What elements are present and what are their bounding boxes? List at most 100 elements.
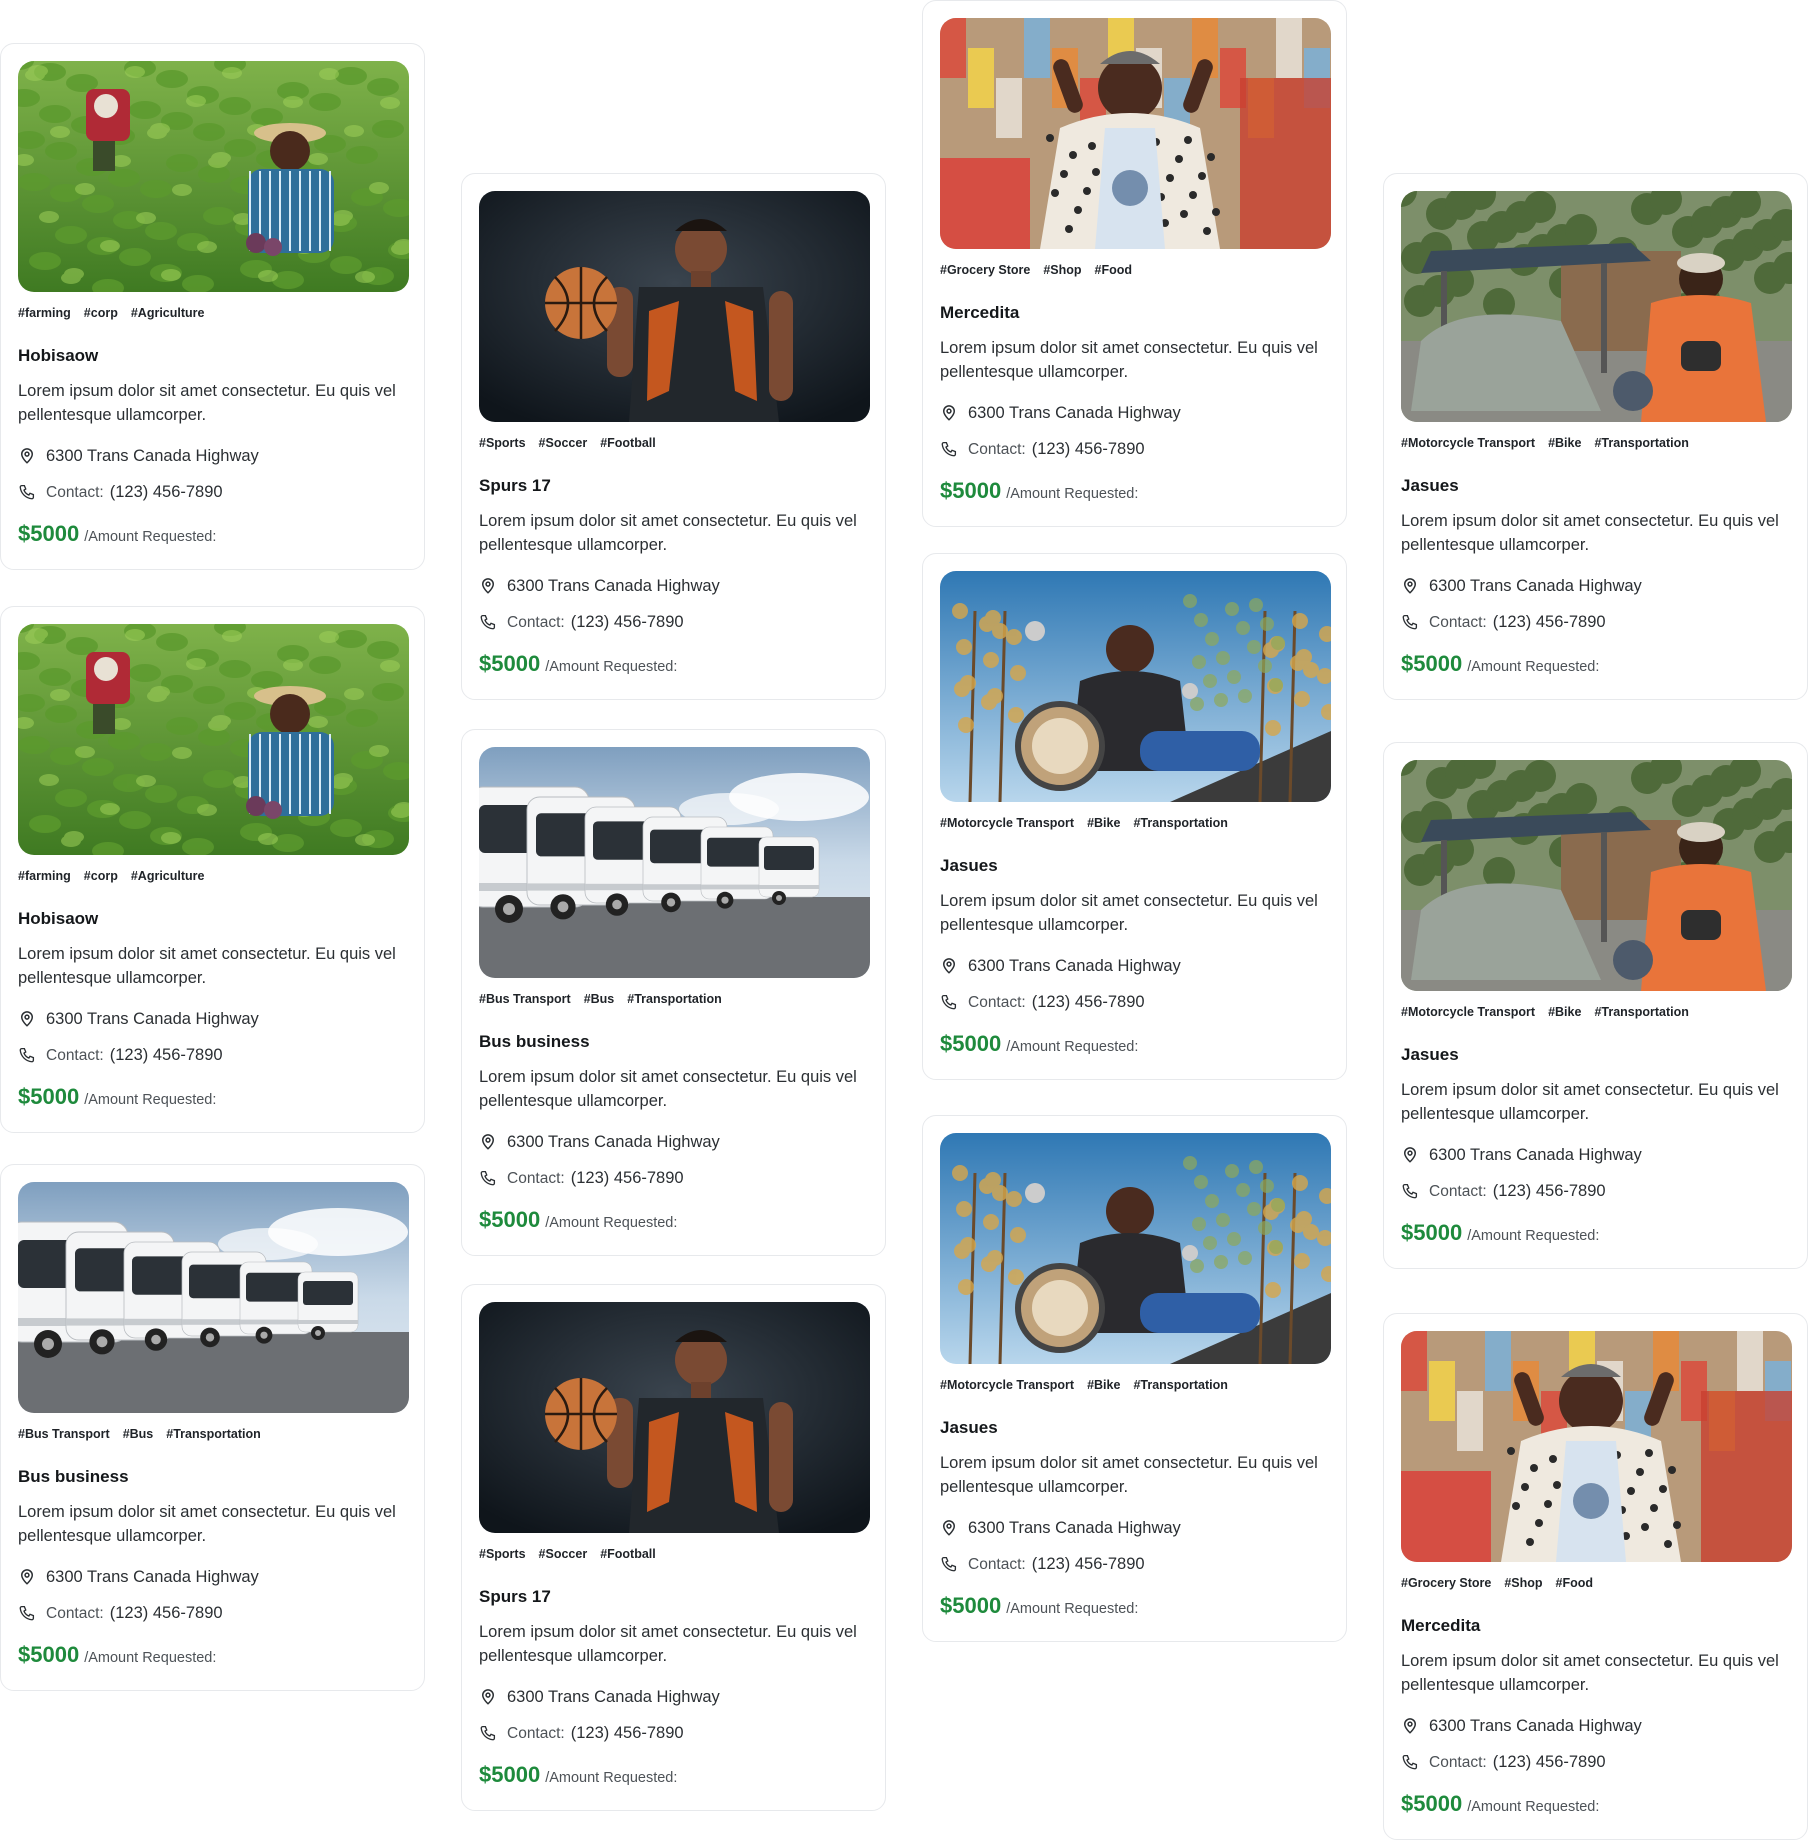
tag[interactable]: #Grocery Store	[940, 263, 1030, 281]
card-photo[interactable]	[18, 1182, 409, 1413]
tag[interactable]: #Bus	[123, 1427, 154, 1445]
tag[interactable]: #Bus Transport	[18, 1427, 110, 1445]
card-title[interactable]: Spurs 17	[479, 1587, 868, 1609]
tag[interactable]: #Soccer	[539, 1547, 588, 1565]
phone-number[interactable]: (123) 456-7890	[110, 1046, 223, 1064]
project-card[interactable]: #farming #corp #Agriculture Hobisaow Lor…	[0, 43, 425, 570]
card-photo[interactable]	[1401, 191, 1792, 422]
phone-number[interactable]: (123) 456-7890	[1493, 613, 1606, 631]
card-title[interactable]: Mercedita	[940, 303, 1329, 325]
project-card[interactable]: #Sports #Soccer #Football Spurs 17 Lorem…	[461, 1284, 886, 1811]
tag[interactable]: #Soccer	[539, 436, 588, 454]
card-photo[interactable]	[1401, 760, 1792, 991]
card-description: Lorem ipsum dolor sit amet consectetur. …	[479, 1068, 857, 1110]
card-photo[interactable]	[940, 18, 1331, 249]
phone-number[interactable]: (123) 456-7890	[1032, 440, 1145, 458]
card-title[interactable]: Jasues	[1401, 476, 1790, 498]
phone-icon	[18, 483, 36, 501]
card-title[interactable]: Bus business	[18, 1467, 407, 1489]
card-title[interactable]: Jasues	[940, 1418, 1329, 1440]
tag[interactable]: #Football	[600, 1547, 656, 1565]
tag[interactable]: #Grocery Store	[1401, 1576, 1491, 1594]
contact-row: Contact: (123) 456-7890	[940, 990, 1329, 1014]
phone-number[interactable]: (123) 456-7890	[571, 613, 684, 631]
tag[interactable]: #Transportation	[1133, 1378, 1227, 1396]
phone-number[interactable]: (123) 456-7890	[1032, 993, 1145, 1011]
address-text: 6300 Trans Canada Highway	[1429, 1716, 1642, 1735]
project-card[interactable]: #Grocery Store #Shop #Food Mercedita Lor…	[1383, 1313, 1808, 1840]
amount-row: $5000 /Amount Requested:	[940, 1031, 1329, 1057]
tag[interactable]: #Transportation	[627, 992, 721, 1010]
tag[interactable]: #Agriculture	[131, 306, 205, 324]
project-card[interactable]: #Bus Transport #Bus #Transportation Bus …	[461, 729, 886, 1256]
tag[interactable]: #Shop	[1043, 263, 1081, 281]
phone-number[interactable]: (123) 456-7890	[1493, 1182, 1606, 1200]
phone-number[interactable]: (123) 456-7890	[110, 1604, 223, 1622]
phone-icon	[18, 1046, 36, 1064]
card-photo[interactable]	[18, 624, 409, 855]
amount-label: /Amount Requested:	[545, 1215, 678, 1231]
card-photo[interactable]	[479, 1302, 870, 1533]
tag[interactable]: #Transportation	[1594, 1005, 1688, 1023]
project-card[interactable]: #Motorcycle Transport #Bike #Transportat…	[1383, 173, 1808, 700]
card-photo[interactable]	[940, 1133, 1331, 1364]
card-photo[interactable]	[479, 191, 870, 422]
card-title[interactable]: Jasues	[1401, 1045, 1790, 1067]
card-title[interactable]: Jasues	[940, 856, 1329, 878]
project-card[interactable]: #Motorcycle Transport #Bike #Transportat…	[922, 1115, 1347, 1642]
tag[interactable]: #Food	[1095, 263, 1133, 281]
amount-row: $5000 /Amount Requested:	[1401, 1791, 1790, 1817]
card-photo[interactable]	[18, 61, 409, 292]
tag[interactable]: #Sports	[479, 1547, 526, 1565]
card-title[interactable]: Hobisaow	[18, 909, 407, 931]
phone-number[interactable]: (123) 456-7890	[571, 1169, 684, 1187]
card-photo[interactable]	[1401, 1331, 1792, 1562]
tag-list: #Bus Transport #Bus #Transportation	[18, 1427, 407, 1445]
amount-row: $5000 /Amount Requested:	[479, 651, 868, 677]
tag[interactable]: #Transportation	[1594, 436, 1688, 454]
tag[interactable]: #Agriculture	[131, 869, 205, 887]
tag[interactable]: #Bike	[1548, 436, 1581, 454]
tag[interactable]: #Motorcycle Transport	[1401, 1005, 1535, 1023]
card-photo[interactable]	[940, 571, 1331, 802]
tag[interactable]: #Motorcycle Transport	[940, 1378, 1074, 1396]
card-title[interactable]: Spurs 17	[479, 476, 868, 498]
phone-number[interactable]: (123) 456-7890	[110, 483, 223, 501]
phone-number[interactable]: (123) 456-7890	[571, 1724, 684, 1742]
card-title[interactable]: Hobisaow	[18, 346, 407, 368]
amount-row: $5000 /Amount Requested:	[479, 1207, 868, 1233]
tag[interactable]: #Bike	[1087, 1378, 1120, 1396]
project-card[interactable]: #Motorcycle Transport #Bike #Transportat…	[1383, 742, 1808, 1269]
tag[interactable]: #Motorcycle Transport	[940, 816, 1074, 834]
tag[interactable]: #Transportation	[1133, 816, 1227, 834]
tag[interactable]: #Sports	[479, 436, 526, 454]
project-card[interactable]: #Sports #Soccer #Football Spurs 17 Lorem…	[461, 173, 886, 700]
tag[interactable]: #farming	[18, 869, 71, 887]
amount-label: /Amount Requested:	[84, 1650, 217, 1666]
tag[interactable]: #Food	[1556, 1576, 1594, 1594]
amount-value: $5000	[1401, 1220, 1463, 1245]
card-title[interactable]: Bus business	[479, 1032, 868, 1054]
phone-icon	[940, 1555, 958, 1573]
tag[interactable]: #Bus	[584, 992, 615, 1010]
tag[interactable]: #corp	[84, 869, 118, 887]
tag[interactable]: #Football	[600, 436, 656, 454]
tag[interactable]: #corp	[84, 306, 118, 324]
tag[interactable]: #Bus Transport	[479, 992, 571, 1010]
project-card[interactable]: #Motorcycle Transport #Bike #Transportat…	[922, 553, 1347, 1080]
tag[interactable]: #Shop	[1504, 1576, 1542, 1594]
project-card[interactable]: #Grocery Store #Shop #Food Mercedita Lor…	[922, 0, 1347, 527]
tag[interactable]: #Bike	[1548, 1005, 1581, 1023]
tag[interactable]: #Transportation	[166, 1427, 260, 1445]
tag[interactable]: #Bike	[1087, 816, 1120, 834]
phone-number[interactable]: (123) 456-7890	[1493, 1753, 1606, 1771]
tag[interactable]: #farming	[18, 306, 71, 324]
phone-number[interactable]: (123) 456-7890	[1032, 1555, 1145, 1573]
tag[interactable]: #Motorcycle Transport	[1401, 436, 1535, 454]
project-card[interactable]: #Bus Transport #Bus #Transportation Bus …	[0, 1164, 425, 1691]
address-row: 6300 Trans Canada Highway	[940, 1516, 1329, 1540]
project-card[interactable]: #farming #corp #Agriculture Hobisaow Lor…	[0, 606, 425, 1133]
card-photo[interactable]	[479, 747, 870, 978]
location-pin-icon	[1401, 1146, 1419, 1164]
card-title[interactable]: Mercedita	[1401, 1616, 1790, 1638]
